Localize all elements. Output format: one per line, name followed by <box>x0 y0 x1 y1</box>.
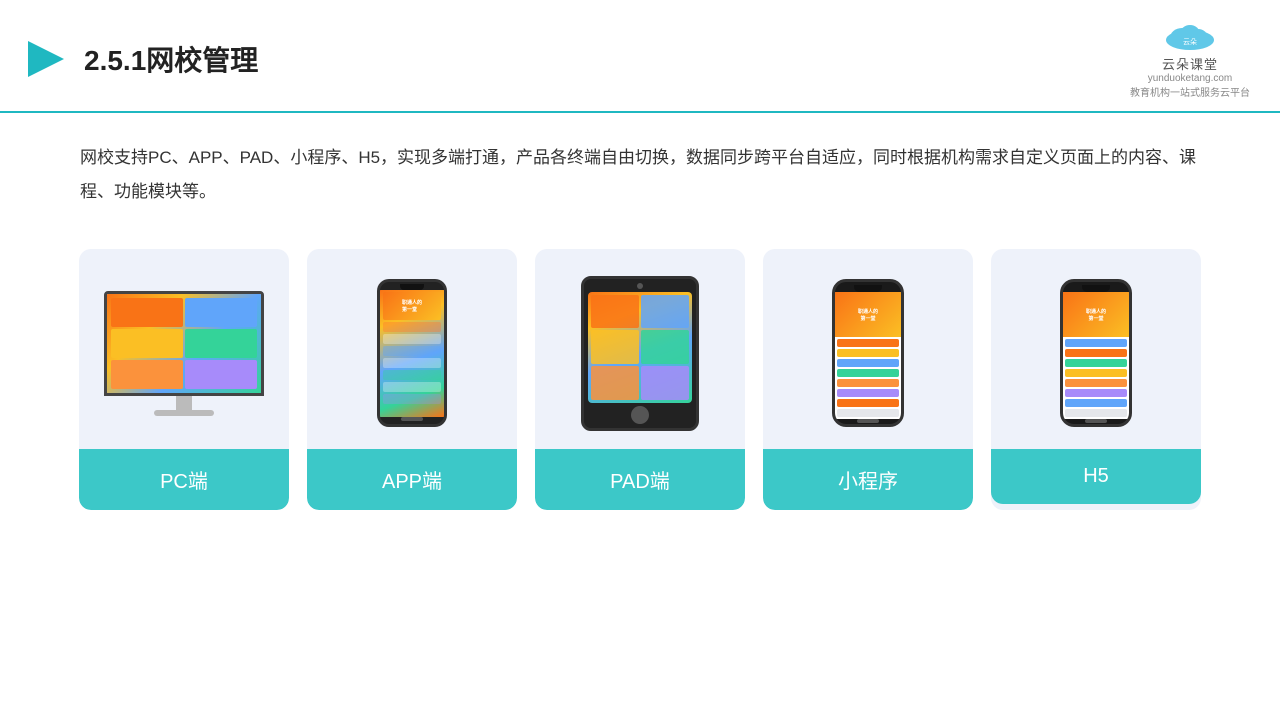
miniapp-mockup: 职通人的第一堂 <box>832 279 904 427</box>
card-h5: 职通人的第一堂 H5 <box>991 249 1201 510</box>
app-mockup: 职通人的第一堂 <box>377 279 447 427</box>
tb4 <box>641 330 689 364</box>
card-app: 职通人的第一堂 APP端 <box>307 249 517 510</box>
card-pc-label: PC端 <box>79 449 289 510</box>
page-title: 2.5.1网校管理 <box>84 39 258 79</box>
card-miniapp: 职通人的第一堂 小程序 <box>763 249 973 510</box>
mr5 <box>837 379 899 387</box>
card-h5-label: H5 <box>991 449 1201 504</box>
svg-text:云朵: 云朵 <box>1183 38 1197 46</box>
hr2 <box>1065 349 1127 357</box>
phone-screen: 职通人的第一堂 <box>380 290 444 417</box>
h5-home <box>1085 419 1107 423</box>
h5-notch <box>1082 285 1110 292</box>
monitor-screen-inner <box>107 294 261 393</box>
tablet-camera <box>637 283 643 289</box>
mini-home <box>857 419 879 423</box>
monitor-screen <box>104 291 264 396</box>
tb5 <box>591 366 639 400</box>
mini-notch <box>854 285 882 292</box>
s2 <box>185 298 257 327</box>
h5-screen: 职通人的第一堂 <box>1063 292 1129 419</box>
card-app-label: APP端 <box>307 449 517 510</box>
brand-sub: 教育机构一站式服务云平台 <box>1130 84 1250 99</box>
r6 <box>383 382 441 392</box>
hr5 <box>1065 379 1127 387</box>
app-banner: 职通人的第一堂 <box>383 292 441 320</box>
mini-screen: 职通人的第一堂 <box>835 292 901 419</box>
brand-cloud-icon: 云朵 <box>1160 18 1220 54</box>
card-pc: PC端 <box>79 249 289 510</box>
card-pad: PAD端 <box>535 249 745 510</box>
phone-home <box>401 417 423 421</box>
mr4 <box>837 369 899 377</box>
logo-icon <box>20 35 68 83</box>
mr1 <box>837 339 899 347</box>
r5 <box>383 370 441 380</box>
brand-logo: 云朵 云朵课堂 yunduoketang.com 教育机构一站式服务云平台 <box>1130 18 1250 99</box>
tablet-screen <box>588 292 692 403</box>
cards-container: PC端 职通人的第一堂 APP端 <box>0 229 1280 530</box>
brand-name: 云朵课堂 <box>1162 54 1218 73</box>
s4 <box>185 329 257 358</box>
mr3 <box>837 359 899 367</box>
s6 <box>185 360 257 389</box>
monitor-neck <box>176 396 192 410</box>
card-pc-image <box>79 249 289 449</box>
pc-mockup <box>104 291 264 416</box>
s1 <box>111 298 183 327</box>
mr6 <box>837 389 899 397</box>
card-app-image: 职通人的第一堂 <box>307 249 517 449</box>
card-pad-image <box>535 249 745 449</box>
r7 <box>383 394 441 404</box>
phone-notch <box>400 284 424 290</box>
s3 <box>111 329 183 358</box>
card-h5-image: 职通人的第一堂 <box>991 249 1201 449</box>
hr1 <box>1065 339 1127 347</box>
monitor-base <box>154 410 214 416</box>
r1 <box>383 322 441 332</box>
page-header: 2.5.1网校管理 云朵 云朵课堂 yunduoketang.com 教育机构一… <box>0 0 1280 113</box>
mr8 <box>837 409 899 417</box>
brand-domain: yunduoketang.com <box>1148 73 1233 84</box>
tb3 <box>591 330 639 364</box>
h5-body <box>1063 337 1129 419</box>
h5-mockup: 职通人的第一堂 <box>1060 279 1132 427</box>
mini-body <box>835 337 901 419</box>
hr4 <box>1065 369 1127 377</box>
card-miniapp-label: 小程序 <box>763 449 973 510</box>
tb2 <box>641 295 689 329</box>
card-miniapp-image: 职通人的第一堂 <box>763 249 973 449</box>
s5 <box>111 360 183 389</box>
h5-top: 职通人的第一堂 <box>1063 292 1129 337</box>
pad-mockup <box>581 276 699 431</box>
r2 <box>383 334 441 344</box>
mr2 <box>837 349 899 357</box>
tb6 <box>641 366 689 400</box>
brand-area: 云朵 云朵课堂 yunduoketang.com 教育机构一站式服务云平台 <box>1130 18 1250 99</box>
mini-top: 职通人的第一堂 <box>835 292 901 337</box>
description-text: 网校支持PC、APP、PAD、小程序、H5，实现多端打通，产品各终端自由切换，数… <box>0 113 1280 219</box>
r4 <box>383 358 441 368</box>
hr7 <box>1065 399 1127 407</box>
tb1 <box>591 295 639 329</box>
hr8 <box>1065 409 1127 417</box>
card-pad-label: PAD端 <box>535 449 745 510</box>
header-left: 2.5.1网校管理 <box>20 35 258 83</box>
r3 <box>383 346 441 356</box>
hr6 <box>1065 389 1127 397</box>
tablet-home <box>631 406 649 424</box>
hr3 <box>1065 359 1127 367</box>
mr7 <box>837 399 899 407</box>
